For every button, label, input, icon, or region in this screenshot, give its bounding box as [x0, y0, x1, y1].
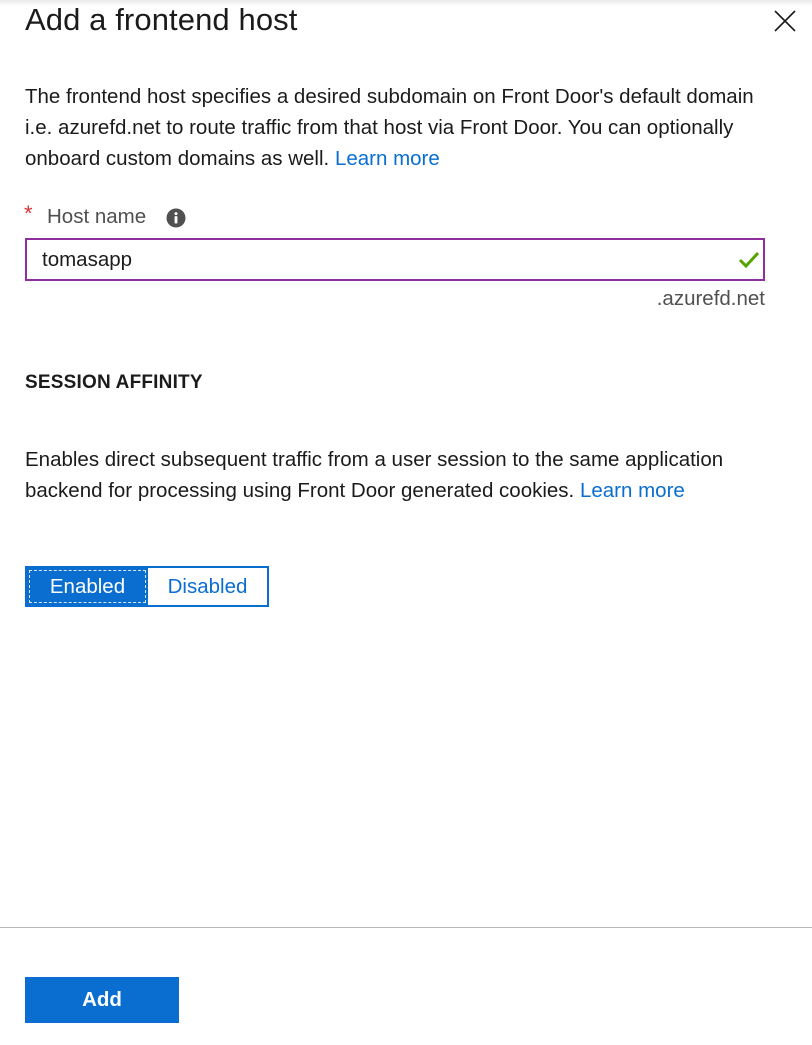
enabled-option[interactable]: Enabled — [27, 568, 148, 605]
host-name-label: Host name — [47, 205, 147, 228]
host-name-input[interactable] — [25, 238, 765, 281]
add-button[interactable]: Add — [25, 977, 179, 1023]
dialog-title: Add a frontend host — [25, 2, 298, 37]
disabled-option[interactable]: Disabled — [148, 568, 267, 605]
required-indicator: * — [24, 201, 33, 226]
session-affinity-heading: SESSION AFFINITY — [25, 372, 203, 393]
footer-divider — [0, 927, 812, 928]
intro-description: The frontend host specifies a desired su… — [25, 81, 785, 174]
close-icon — [774, 10, 796, 32]
checkmark-icon — [738, 251, 760, 269]
session-affinity-description: Enables direct subsequent traffic from a… — [25, 444, 785, 506]
domain-suffix: .azurefd.net — [656, 287, 765, 310]
session-affinity-toggle: Enabled Disabled — [25, 566, 269, 607]
session-affinity-learn-more-link[interactable]: Learn more — [580, 479, 685, 502]
intro-learn-more-link[interactable]: Learn more — [335, 147, 440, 170]
info-icon[interactable] — [166, 208, 186, 228]
close-button[interactable] — [768, 4, 802, 38]
